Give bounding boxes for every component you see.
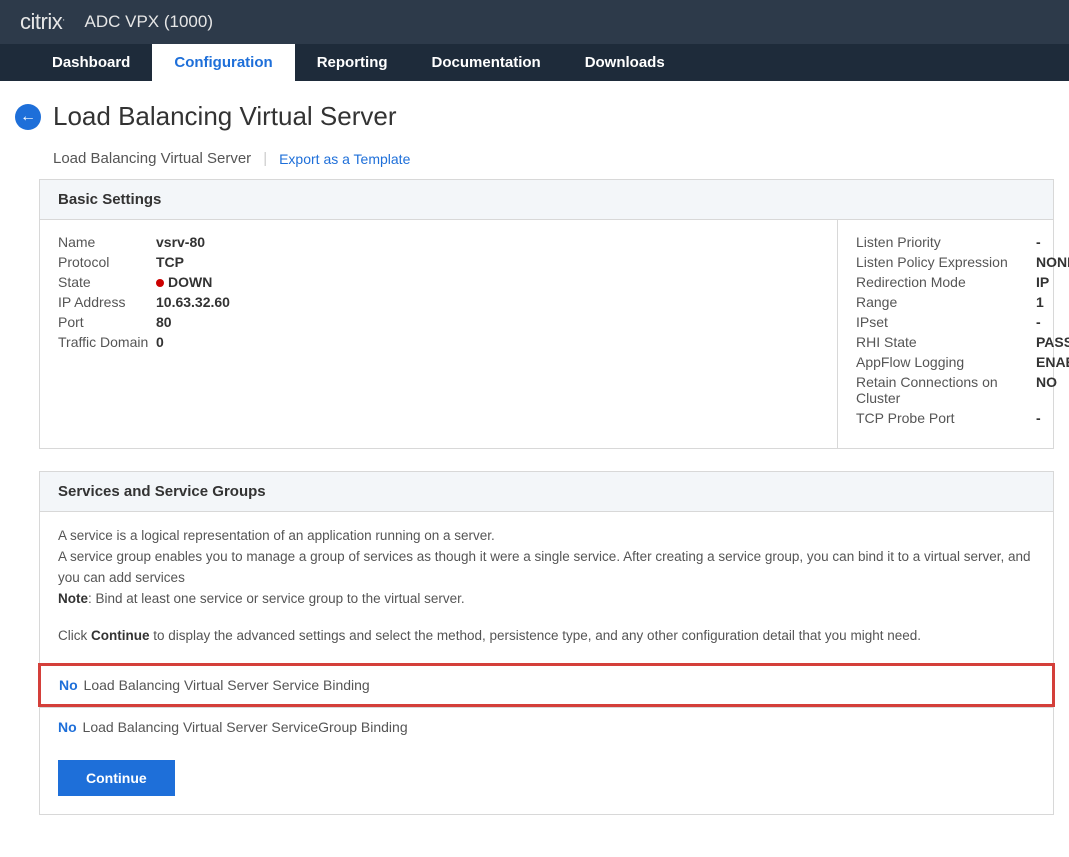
kv-protocol: ProtocolTCP bbox=[58, 254, 819, 270]
kv-listen-priority: Listen Priority- bbox=[856, 234, 1069, 250]
service-binding-row[interactable]: No Load Balancing Virtual Server Service… bbox=[38, 663, 1055, 707]
back-button[interactable]: ← bbox=[15, 104, 41, 130]
kv-traffic-domain: Traffic Domain0 bbox=[58, 334, 819, 350]
kv-retain-conn: Retain Connections on ClusterNO bbox=[856, 374, 1069, 406]
services-description: A service is a logical representation of… bbox=[58, 526, 1035, 610]
nav-bar: Dashboard Configuration Reporting Docume… bbox=[0, 44, 1069, 81]
kv-rhi-state: RHI StatePASSIVE bbox=[856, 334, 1069, 350]
services-body: A service is a logical representation of… bbox=[40, 512, 1053, 665]
kv-name: Namevsrv-80 bbox=[58, 234, 819, 250]
continue-button[interactable]: Continue bbox=[58, 760, 175, 796]
kv-state: StateDOWN bbox=[58, 274, 819, 290]
continue-instruction: Click Continue to display the advanced s… bbox=[58, 626, 1035, 647]
export-template-link[interactable]: Export as a Template bbox=[279, 151, 410, 167]
settings-right-column: Listen Priority- Listen Policy Expressio… bbox=[838, 220, 1069, 448]
content-area: ← Load Balancing Virtual Server Load Bal… bbox=[0, 81, 1069, 857]
kv-tcp-probe: TCP Probe Port- bbox=[856, 410, 1069, 426]
tab-downloads[interactable]: Downloads bbox=[563, 44, 687, 81]
divider-icon: | bbox=[263, 150, 267, 167]
sub-header: Load Balancing Virtual Server | Export a… bbox=[53, 150, 1054, 167]
tab-dashboard[interactable]: Dashboard bbox=[30, 44, 152, 81]
tab-documentation[interactable]: Documentation bbox=[410, 44, 563, 81]
settings-left-column: Namevsrv-80 ProtocolTCP StateDOWN IP Add… bbox=[58, 220, 838, 448]
kv-redirection: Redirection ModeIP bbox=[856, 274, 1069, 290]
kv-ip: IP Address10.63.32.60 bbox=[58, 294, 819, 310]
breadcrumb-title: Load Balancing Virtual Server bbox=[53, 150, 251, 167]
arrow-left-icon: ← bbox=[20, 109, 36, 125]
services-header: Services and Service Groups bbox=[40, 472, 1053, 512]
status-down-icon bbox=[156, 279, 164, 287]
page-header: ← Load Balancing Virtual Server bbox=[15, 101, 1054, 132]
tab-configuration[interactable]: Configuration bbox=[152, 44, 294, 81]
kv-listen-policy: Listen Policy ExpressionNONE bbox=[856, 254, 1069, 270]
basic-settings-body: Namevsrv-80 ProtocolTCP StateDOWN IP Add… bbox=[40, 220, 1053, 448]
top-bar: citrix. ADC VPX (1000) bbox=[0, 0, 1069, 44]
kv-port: Port80 bbox=[58, 314, 819, 330]
page-title: Load Balancing Virtual Server bbox=[53, 101, 397, 132]
basic-settings-header: Basic Settings bbox=[40, 180, 1053, 220]
citrix-logo: citrix. bbox=[20, 9, 65, 35]
kv-range: Range1 bbox=[856, 294, 1069, 310]
product-name: ADC VPX (1000) bbox=[85, 12, 214, 32]
services-panel: Services and Service Groups A service is… bbox=[39, 471, 1054, 815]
servicegroup-binding-row[interactable]: No Load Balancing Virtual Server Service… bbox=[40, 707, 1053, 746]
kv-ipset: IPset- bbox=[856, 314, 1069, 330]
basic-settings-panel: Basic Settings Namevsrv-80 ProtocolTCP S… bbox=[39, 179, 1054, 449]
tab-reporting[interactable]: Reporting bbox=[295, 44, 410, 81]
kv-appflow: AppFlow LoggingENABLED bbox=[856, 354, 1069, 370]
